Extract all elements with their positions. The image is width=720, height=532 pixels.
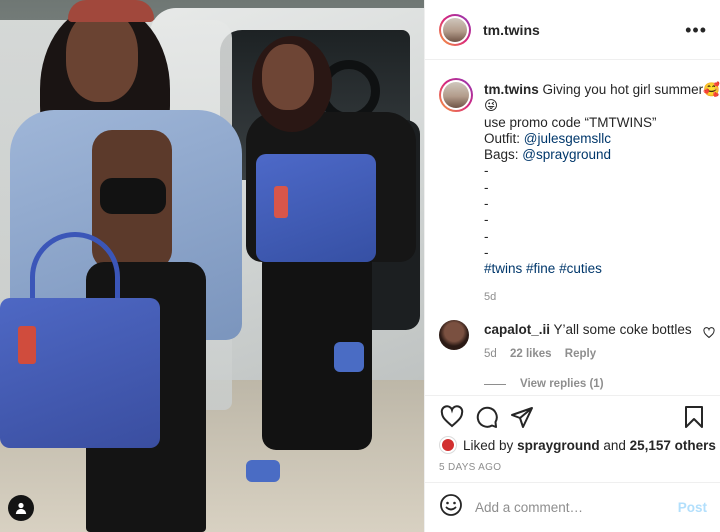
comment-input[interactable] — [475, 500, 678, 515]
view-replies-label[interactable]: View replies (1) — [520, 378, 604, 390]
caption-first-line: Giving you hot girl summer🥰 — [542, 82, 720, 97]
hashtag-link[interactable]: #fine — [526, 261, 555, 276]
outfit-handle-link[interactable]: @julesgemsllc — [524, 131, 611, 146]
caption-time[interactable]: 5d — [484, 291, 496, 303]
share-icon[interactable] — [509, 404, 535, 430]
caption-dash: - — [484, 163, 489, 179]
comment-icon[interactable] — [474, 404, 500, 430]
liked-by-prefix: Liked by — [463, 437, 514, 453]
hashtag-link[interactable]: #cuties — [559, 261, 602, 276]
comment-text: Y’all some coke bottles — [553, 322, 692, 337]
view-replies-button[interactable]: View replies (1) — [484, 378, 604, 390]
comment-likes[interactable]: 22 likes — [510, 348, 552, 360]
hashtag-link[interactable]: #twins — [484, 261, 522, 276]
comment-time[interactable]: 5d — [484, 348, 497, 360]
caption-dash: - — [484, 212, 489, 228]
post-side-panel: tm.twins ••• tm.twins Giving you hot gir… — [424, 0, 720, 532]
replies-line — [484, 383, 506, 385]
post-timestamp[interactable]: 5 DAYS AGO — [439, 462, 501, 473]
user-tag-icon[interactable] — [8, 495, 34, 521]
caption-dash: - — [484, 244, 489, 260]
emoji-icon[interactable] — [439, 493, 463, 522]
bags-handle-link[interactable]: @sprayground — [522, 147, 611, 162]
divider — [425, 395, 720, 396]
caption-text: tm.twins Giving you hot girl summer🥰 😜 u… — [484, 82, 720, 305]
bookmark-icon[interactable] — [681, 404, 707, 430]
comment-heart-icon[interactable] — [703, 326, 715, 344]
add-comment-bar: Post — [425, 482, 720, 532]
bags-label: Bags: — [484, 147, 519, 163]
more-options-icon[interactable]: ••• — [685, 20, 707, 41]
caption-dash: - — [484, 196, 489, 212]
liked-by: Liked by sprayground and 25,157 others — [439, 436, 716, 454]
post-photo[interactable] — [0, 0, 424, 532]
caption-dash: - — [484, 228, 489, 244]
caption-dash: - — [484, 179, 489, 195]
commenter-username[interactable]: capalot_.ii — [484, 322, 550, 337]
caption-username[interactable]: tm.twins — [484, 82, 539, 97]
caption-promo-line: use promo code “TMTWINS” — [484, 114, 657, 130]
comment-reply-button[interactable]: Reply — [565, 348, 596, 360]
post-header: tm.twins ••• — [425, 0, 720, 60]
outfit-label: Outfit: — [484, 130, 521, 146]
commenter-avatar[interactable] — [439, 320, 469, 350]
liked-by-and: and — [603, 437, 626, 453]
action-bar — [439, 404, 707, 432]
liker-avatar[interactable] — [439, 436, 457, 454]
author-username[interactable]: tm.twins — [483, 22, 540, 38]
post-comment-button[interactable]: Post — [678, 500, 707, 515]
caption-avatar[interactable] — [439, 78, 473, 112]
blue-tote-bag-left — [0, 298, 160, 448]
liker-username[interactable]: sprayground — [517, 438, 600, 453]
caption-emoji-line: 😜 — [484, 98, 499, 114]
heart-icon[interactable] — [439, 404, 465, 430]
author-avatar[interactable] — [439, 13, 471, 46]
likes-count-link[interactable]: 25,157 others — [630, 438, 716, 453]
